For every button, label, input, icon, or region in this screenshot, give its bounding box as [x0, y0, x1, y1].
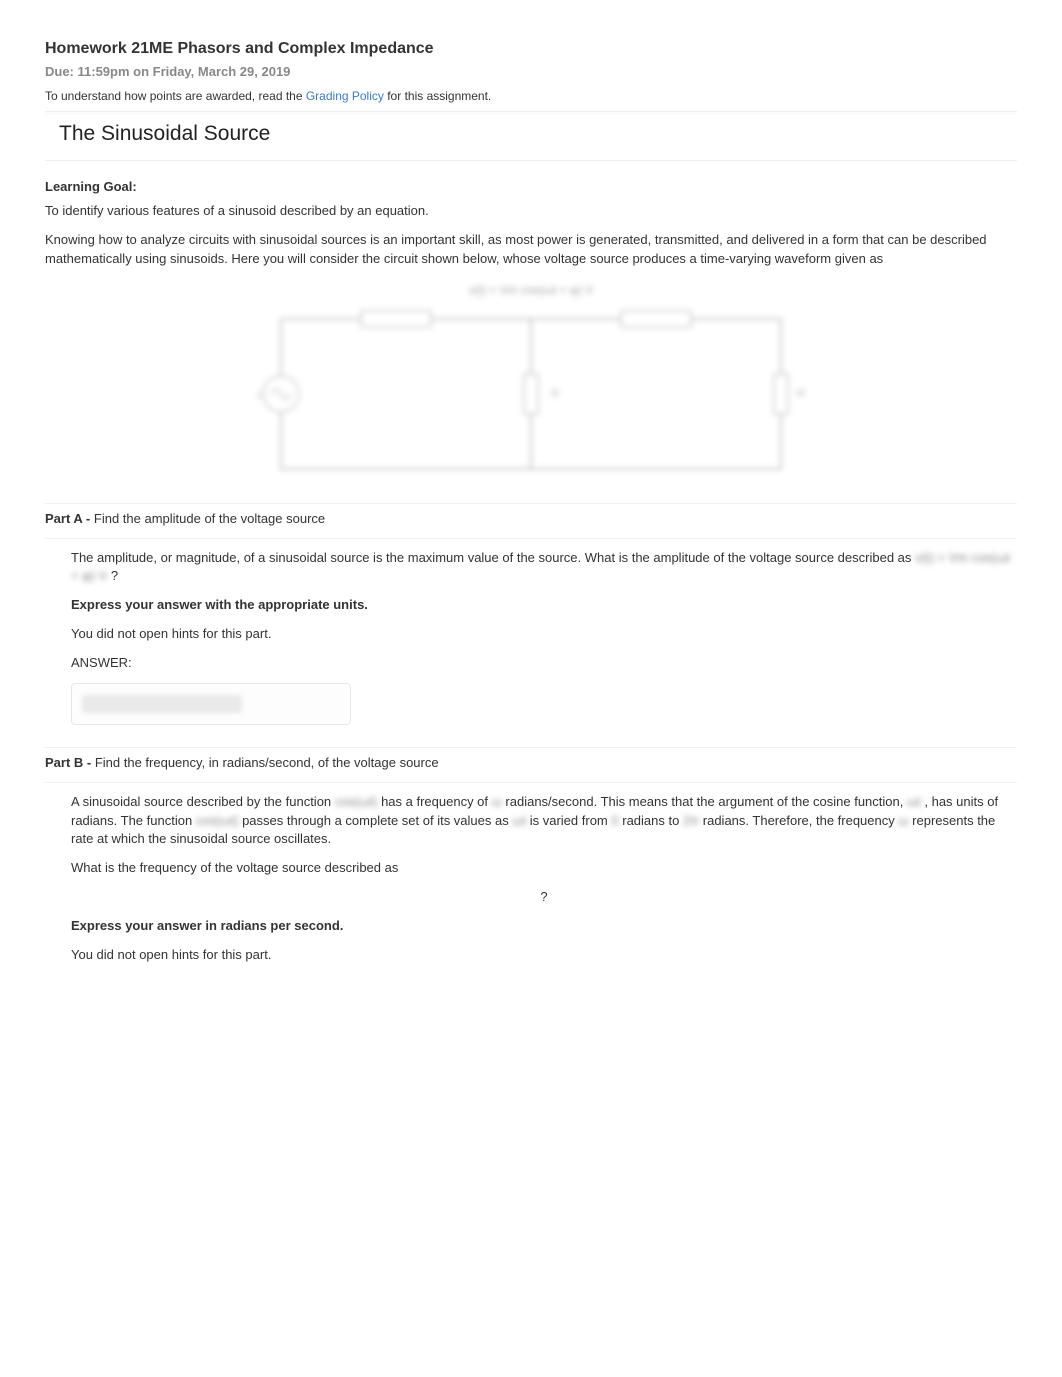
- answer-input-box[interactable]: [71, 683, 351, 725]
- blurred-2pi: 2π: [683, 813, 699, 828]
- svg-text:v(t) = Vm cos(ωt + φ) V: v(t) = Vm cos(ωt + φ) V: [469, 283, 594, 297]
- section-header: The Sinusoidal Source: [45, 111, 1017, 161]
- pb-t7: radians to: [622, 813, 683, 828]
- part-a-qmark: ?: [107, 568, 118, 583]
- blurred-fn2: cos(ωt): [196, 813, 239, 828]
- pb-t2: has a frequency of: [381, 794, 492, 809]
- pb-t3: radians/second. This means that the argu…: [505, 794, 907, 809]
- answer-label: ANSWER:: [71, 654, 1017, 673]
- learning-goal-heading: Learning Goal:: [45, 179, 1017, 194]
- svg-text:R: R: [797, 388, 805, 400]
- part-b-header: Part B - Find the frequency, in radians/…: [45, 747, 1017, 783]
- assignment-title: Homework 21ME Phasors and Complex Impeda…: [45, 40, 1017, 58]
- part-b-title: Find the frequency, in radians/second, o…: [95, 755, 439, 770]
- circuit-figure: v(t) = Vm cos(ωt + φ) V + R R: [241, 279, 821, 489]
- svg-text:+: +: [256, 390, 262, 402]
- due-date: Due: 11:59pm on Friday, March 29, 2019: [45, 64, 1017, 79]
- blurred-arg: ωt: [907, 794, 921, 809]
- part-a-description: The amplitude, or magnitude, of a sinuso…: [71, 549, 1017, 587]
- blurred-fn1: cos(ωt): [335, 794, 378, 809]
- grading-policy-link[interactable]: Grading Policy: [306, 89, 384, 103]
- blurred-w1: ω: [492, 794, 502, 809]
- svg-text:R: R: [551, 388, 559, 400]
- pb-t1: A sinusoidal source described by the fun…: [71, 794, 335, 809]
- section-title: The Sinusoidal Source: [59, 122, 1003, 146]
- part-a-desc-text: The amplitude, or magnitude, of a sinuso…: [71, 550, 915, 565]
- part-b-prefix: Part B -: [45, 755, 95, 770]
- policy-suffix: for this assignment.: [384, 89, 491, 103]
- blurred-wt: ωt: [512, 813, 526, 828]
- learning-goal-text: To identify various features of a sinuso…: [45, 202, 1017, 221]
- pb-t8: radians. Therefore, the frequency: [703, 813, 899, 828]
- part-b-hint-status: You did not open hints for this part.: [71, 946, 1017, 965]
- part-b-description: A sinusoidal source described by the fun…: [71, 793, 1017, 850]
- part-a-prefix: Part A -: [45, 511, 94, 526]
- part-a-hint-status: You did not open hints for this part.: [71, 625, 1017, 644]
- part-a-express: Express your answer with the appropriate…: [71, 596, 1017, 615]
- part-b-qmark-line: ?: [71, 888, 1017, 907]
- part-a-header: Part A - Find the amplitude of the volta…: [45, 503, 1017, 539]
- part-b-express: Express your answer in radians per secon…: [71, 917, 1017, 936]
- blurred-answer: [82, 695, 242, 713]
- pb-t5: passes through a complete set of its val…: [242, 813, 512, 828]
- blurred-w2: ω: [898, 813, 908, 828]
- part-b-question: What is the frequency of the voltage sou…: [71, 859, 1017, 878]
- policy-line: To understand how points are awarded, re…: [45, 89, 1017, 103]
- pb-t6: is varied from: [530, 813, 612, 828]
- part-a-title: Find the amplitude of the voltage source: [94, 511, 325, 526]
- intro-paragraph: Knowing how to analyze circuits with sin…: [45, 231, 1017, 269]
- blurred-zero: 0: [611, 813, 618, 828]
- policy-prefix: To understand how points are awarded, re…: [45, 89, 306, 103]
